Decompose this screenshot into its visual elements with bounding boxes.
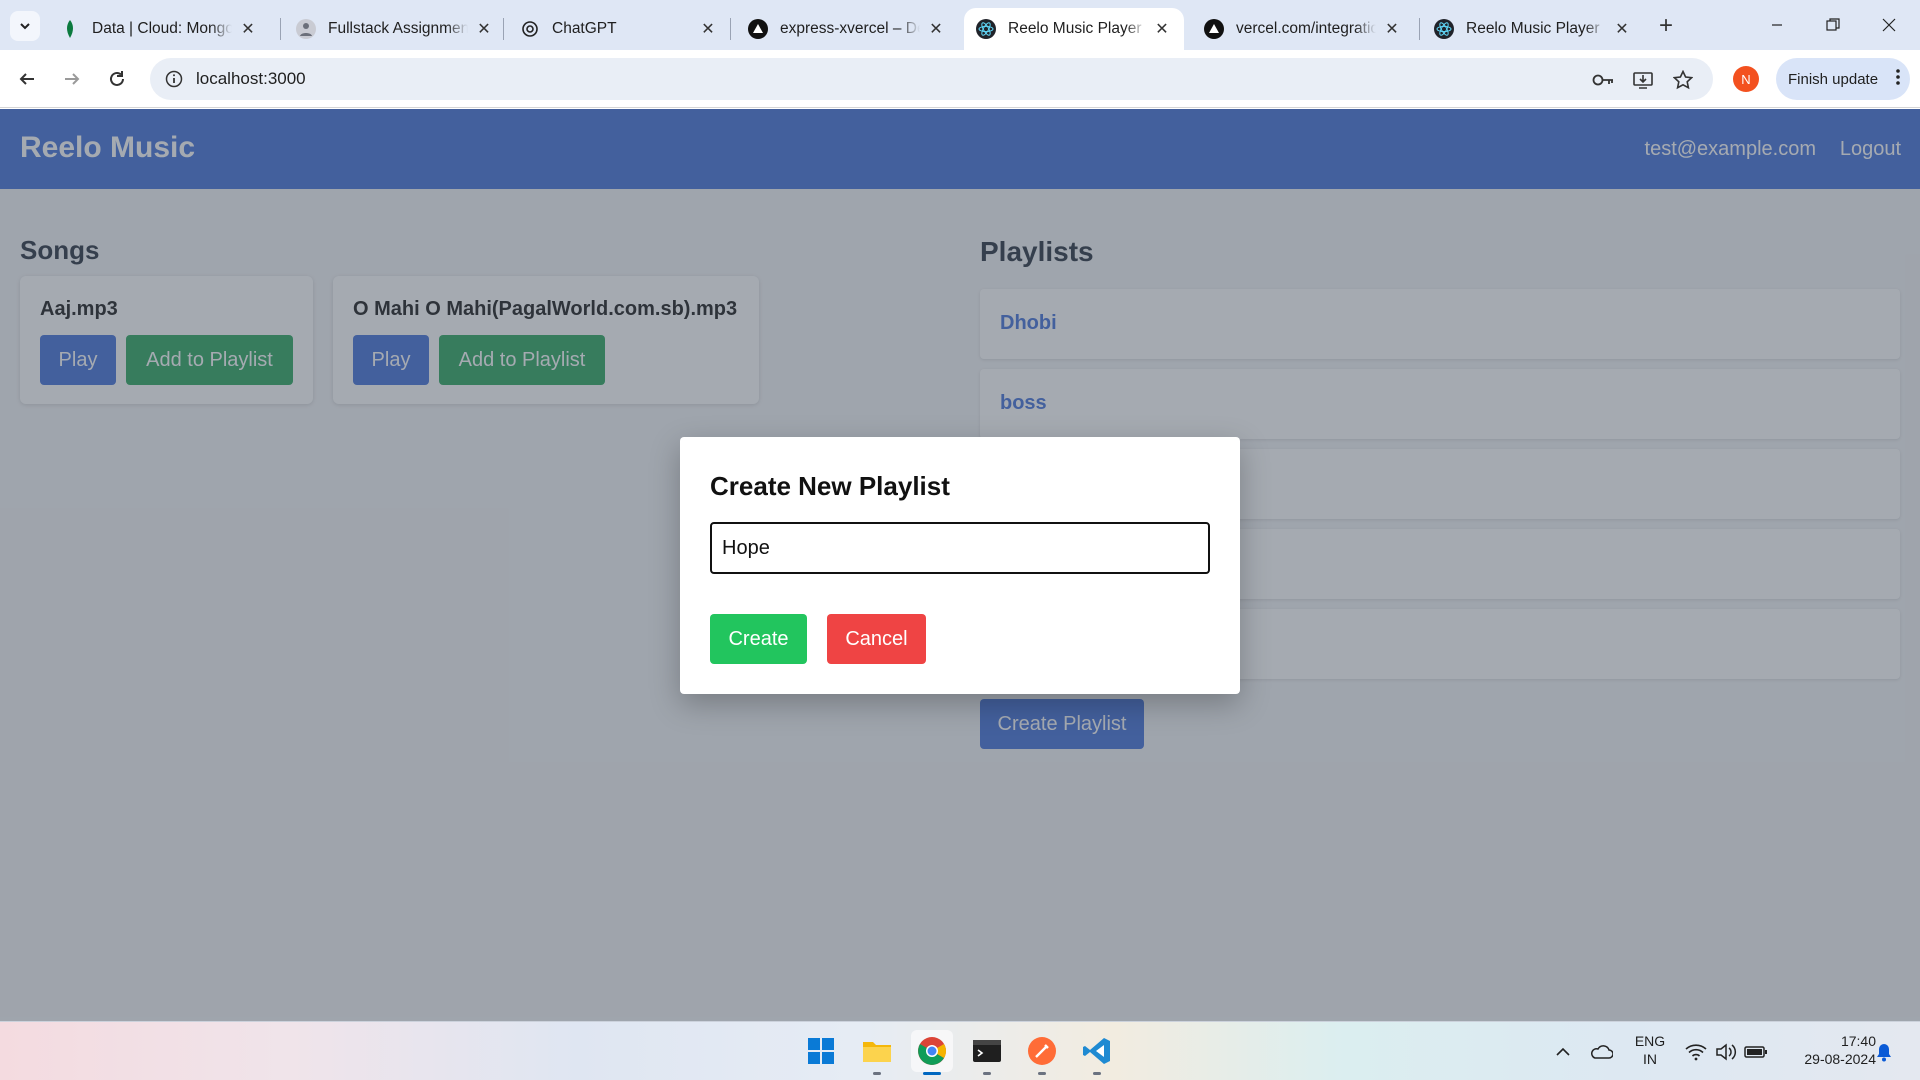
onedrive-cloud-icon[interactable] bbox=[1589, 1040, 1613, 1064]
battery-icon[interactable] bbox=[1744, 1040, 1768, 1064]
volume-icon[interactable] bbox=[1714, 1040, 1738, 1064]
openai-icon bbox=[520, 19, 540, 39]
mongodb-leaf-icon bbox=[60, 19, 80, 39]
browser-tab-bar: Data | Cloud: MongoDB Cloud ✕ Fullstack … bbox=[0, 0, 1920, 50]
new-tab-plus-icon[interactable]: + bbox=[1652, 12, 1680, 40]
restore-window-icon[interactable] bbox=[1810, 10, 1856, 40]
notification-bell-icon[interactable] bbox=[1872, 1040, 1896, 1064]
close-window-icon[interactable] bbox=[1866, 10, 1912, 40]
tab-search-dropdown-button[interactable] bbox=[10, 11, 40, 41]
browser-toolbar: localhost:3000 N Finish update bbox=[0, 50, 1920, 108]
close-tab-icon[interactable]: ✕ bbox=[474, 19, 494, 39]
tab-reelo-music-player-active[interactable]: Reelo Music Player ✕ bbox=[964, 8, 1184, 50]
tab-chatgpt[interactable]: ChatGPT ✕ bbox=[508, 8, 730, 50]
chrome-icon[interactable] bbox=[911, 1030, 953, 1075]
cancel-button[interactable]: Cancel bbox=[827, 614, 926, 664]
close-tab-icon[interactable]: ✕ bbox=[926, 19, 946, 39]
tab-vercel-integrations[interactable]: vercel.com/integrations ✕ bbox=[1192, 8, 1414, 50]
install-app-icon[interactable] bbox=[1630, 67, 1656, 93]
chevron-up-icon[interactable] bbox=[1551, 1040, 1575, 1064]
url-text[interactable]: localhost:3000 bbox=[196, 69, 306, 89]
close-tab-icon[interactable]: ✕ bbox=[1612, 19, 1632, 39]
tab-reelo-music-player[interactable]: Reelo Music Player ✕ bbox=[1422, 8, 1644, 50]
profile-avatar[interactable]: N bbox=[1733, 66, 1759, 92]
tab-fullstack-assignment[interactable]: Fullstack Assignment ✕ bbox=[284, 8, 506, 50]
reload-icon[interactable] bbox=[100, 62, 134, 96]
language-indicator[interactable]: ENG IN bbox=[1630, 1032, 1670, 1068]
back-arrow-icon[interactable] bbox=[10, 62, 44, 96]
tab-mongodb[interactable]: Data | Cloud: MongoDB Cloud ✕ bbox=[48, 8, 270, 50]
site-info-icon[interactable] bbox=[162, 67, 186, 91]
close-tab-icon[interactable]: ✕ bbox=[1382, 19, 1402, 39]
clock[interactable]: 17:40 29-08-2024 bbox=[1782, 1032, 1876, 1068]
react-icon bbox=[1434, 19, 1454, 39]
postman-icon[interactable] bbox=[1021, 1030, 1063, 1075]
address-bar[interactable]: localhost:3000 bbox=[150, 58, 1713, 100]
windows-taskbar: ENG IN 17:40 29-08-2024 bbox=[0, 1021, 1920, 1080]
close-tab-icon[interactable]: ✕ bbox=[238, 19, 258, 39]
vscode-icon[interactable] bbox=[1076, 1030, 1118, 1075]
windows-start-icon[interactable] bbox=[800, 1030, 842, 1072]
bookmark-star-icon[interactable] bbox=[1670, 67, 1696, 93]
create-button[interactable]: Create bbox=[710, 614, 807, 664]
chevron-down-icon bbox=[20, 23, 30, 30]
wifi-icon[interactable] bbox=[1684, 1040, 1708, 1064]
minimize-window-icon[interactable] bbox=[1754, 10, 1800, 40]
finish-update-button[interactable]: Finish update bbox=[1776, 58, 1910, 100]
modal-title: Create New Playlist bbox=[710, 471, 950, 501]
react-icon bbox=[976, 19, 996, 39]
password-key-icon[interactable] bbox=[1590, 67, 1616, 93]
vercel-triangle-icon bbox=[1204, 19, 1224, 39]
tab-express-vercel[interactable]: express-xvercel – Deployment ✕ bbox=[736, 8, 958, 50]
vercel-triangle-icon bbox=[748, 19, 768, 39]
create-playlist-modal: Create New Playlist Create Cancel bbox=[680, 437, 1240, 694]
terminal-icon[interactable] bbox=[966, 1030, 1008, 1075]
file-explorer-icon[interactable] bbox=[856, 1030, 898, 1075]
person-avatar-icon bbox=[296, 19, 316, 39]
more-vert-icon bbox=[1896, 68, 1900, 90]
page-content: Reelo Music test@example.com Logout Song… bbox=[0, 109, 1920, 1021]
close-tab-icon[interactable]: ✕ bbox=[1152, 19, 1172, 39]
playlist-name-input[interactable] bbox=[710, 522, 1210, 574]
close-tab-icon[interactable]: ✕ bbox=[698, 19, 718, 39]
forward-arrow-icon[interactable] bbox=[55, 62, 89, 96]
